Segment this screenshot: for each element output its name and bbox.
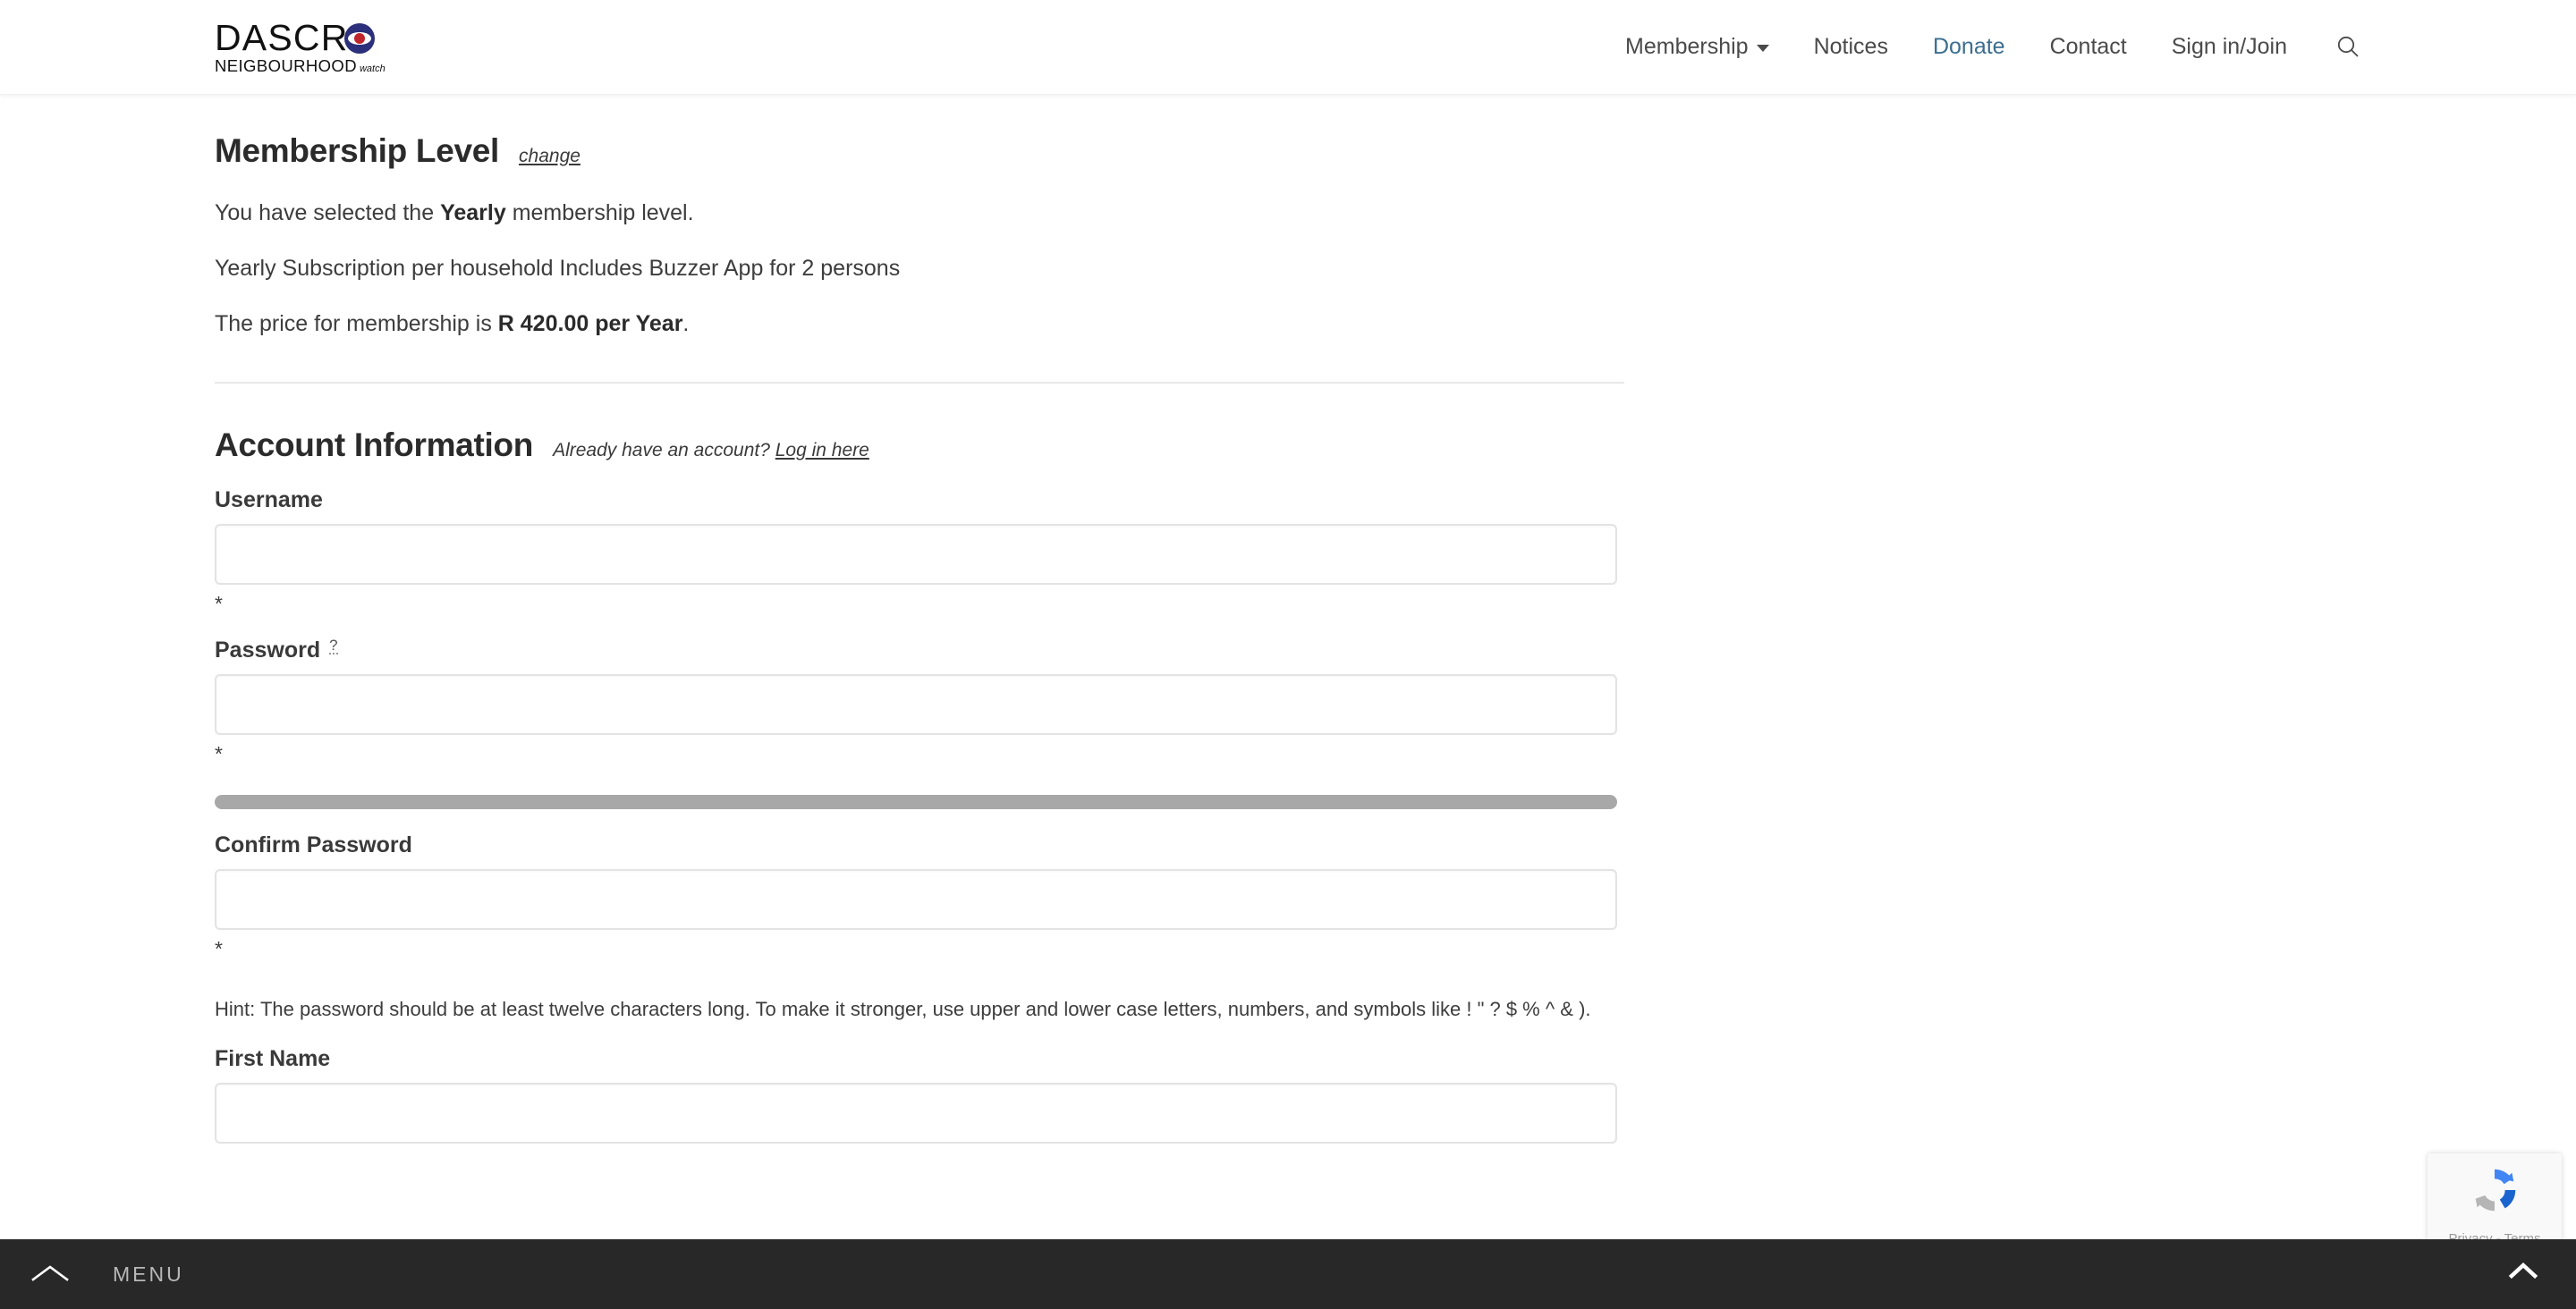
first-name-label-text: First Name — [215, 1045, 331, 1071]
password-label-text: Password — [215, 638, 321, 663]
log-in-here-link[interactable]: Log in here — [775, 440, 869, 460]
field-password: Password ? * — [215, 638, 1624, 810]
first-name-input[interactable] — [215, 1082, 1617, 1144]
main-navigation: Membership Notices Donate Contact Sign i… — [1603, 34, 2361, 61]
logo-wordmark: DASCR — [215, 17, 349, 59]
content-column: Membership Level change You have selecte… — [215, 95, 1624, 1144]
selected-level-name: Yearly — [440, 200, 506, 225]
nav-item-contact[interactable]: Contact — [2028, 34, 2149, 60]
field-username: Username * — [215, 487, 1624, 614]
page-body: Membership Level change You have selecte… — [0, 95, 2576, 1144]
bottom-bar-toggle-button[interactable] — [25, 1249, 75, 1299]
site-header: DASCR NEIGBOURHOOD watch Membership Noti… — [0, 0, 2576, 95]
first-name-label: First Name — [215, 1046, 1624, 1072]
recaptcha-icon — [2467, 1162, 2522, 1222]
account-information-title: Account Information — [215, 426, 534, 464]
selected-level-text: You have selected the Yearly membership … — [215, 198, 1624, 229]
search-icon[interactable] — [2309, 34, 2361, 61]
chevron-down-icon — [1756, 45, 1769, 52]
chevron-up-icon — [2508, 1262, 2538, 1279]
nav-item-notices[interactable]: Notices — [1792, 34, 1911, 60]
nav-item-membership[interactable]: Membership — [1603, 34, 1792, 60]
nav-label-contact: Contact — [2049, 34, 2127, 59]
price-pre: The price for membership is — [215, 310, 498, 336]
username-required-marker: * — [215, 592, 223, 616]
page-title: Membership Level — [215, 132, 500, 169]
eye-icon — [343, 22, 375, 54]
membership-price-text: The price for membership is R 420.00 per… — [215, 309, 1624, 340]
logo-subtitle-small: watch — [359, 63, 386, 74]
nav-item-sign-in-join[interactable]: Sign in/Join — [2149, 34, 2309, 60]
logo-subtitle-main: NEIGBOURHOOD — [215, 55, 357, 75]
password-input[interactable] — [215, 674, 1617, 736]
site-logo[interactable]: DASCR NEIGBOURHOOD watch — [215, 20, 402, 75]
already-have-account-text: Already have an account? — [553, 440, 775, 461]
password-label: Password ? — [215, 638, 1624, 663]
username-label: Username — [215, 487, 1624, 513]
selected-level-pre: You have selected the — [215, 200, 441, 225]
confirm-password-label-text: Confirm Password — [215, 832, 412, 858]
confirm-password-label: Confirm Password — [215, 832, 1624, 858]
confirm-password-input[interactable] — [215, 869, 1617, 931]
username-input[interactable] — [215, 524, 1617, 586]
logo-primary: DASCR — [215, 20, 402, 57]
price-post: . — [682, 310, 690, 336]
already-have-account-note: Already have an account? Log in here — [553, 440, 869, 461]
change-membership-link[interactable]: change — [519, 146, 580, 167]
nav-label-donate: Donate — [1932, 34, 2005, 59]
price-value: R 420.00 per Year — [497, 310, 683, 336]
selected-level-post: membership level. — [505, 200, 694, 225]
help-question-icon[interactable]: ? — [329, 638, 338, 655]
password-strength-meter — [215, 795, 1617, 810]
membership-description: Yearly Subscription per household Includ… — [215, 255, 901, 281]
nav-label-membership: Membership — [1625, 34, 1749, 59]
password-hint: Hint: The password should be at least tw… — [215, 998, 1591, 1021]
confirm-password-required-marker: * — [215, 937, 223, 961]
bottom-bar-menu-label[interactable]: MENU — [113, 1263, 184, 1287]
scroll-to-top-button[interactable] — [2503, 1254, 2544, 1289]
section-divider — [215, 382, 1624, 384]
nav-label-notices: Notices — [1813, 34, 1888, 59]
field-first-name: First Name — [215, 1046, 1624, 1144]
chevron-up-icon — [31, 1265, 69, 1281]
field-confirm-password: Confirm Password * — [215, 832, 1624, 959]
nav-label-sign-in-join: Sign in/Join — [2171, 34, 2287, 59]
account-information-header: Account Information Already have an acco… — [215, 426, 1624, 464]
logo-subtitle: NEIGBOURHOOD watch — [215, 55, 402, 75]
username-label-text: Username — [215, 487, 323, 513]
password-required-marker: * — [215, 742, 223, 766]
bottom-menu-bar: MENU — [0, 1239, 2576, 1309]
nav-item-donate[interactable]: Donate — [1911, 34, 2028, 60]
membership-level-header: Membership Level change — [215, 132, 1624, 170]
